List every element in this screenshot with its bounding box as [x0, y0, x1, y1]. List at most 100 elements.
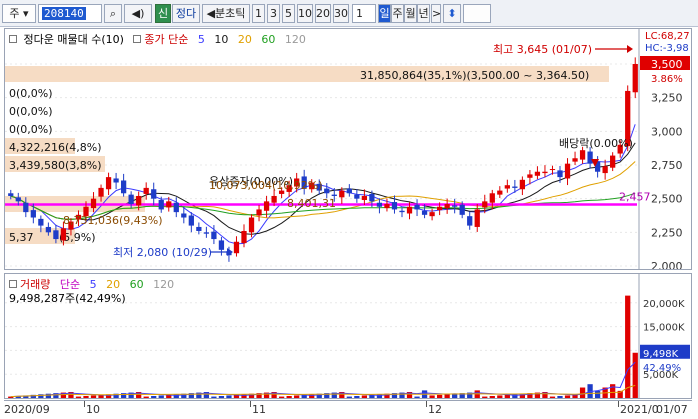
candle-body [564, 163, 571, 179]
candle-body [339, 190, 345, 198]
period-20-label: 20 [316, 7, 330, 20]
volume-chart-panel: 20,000K15,000K10,000K5,000K9,498K42.49% … [4, 273, 692, 399]
candle-body [572, 158, 578, 162]
candle-body [143, 187, 149, 194]
period-10[interactable]: 10 [297, 4, 313, 23]
candle-body [527, 174, 533, 178]
candle-body [497, 190, 503, 195]
candle-body [610, 155, 616, 168]
market-select[interactable]: 주 ▾ [2, 4, 36, 23]
volume-profile-label: 5,37 [9, 231, 34, 244]
low-annotation: 최저 2,080 (10/29) [113, 246, 212, 259]
unit-week[interactable]: 주 [391, 4, 404, 23]
candle-body [346, 188, 352, 194]
period-20[interactable]: 20 [315, 4, 331, 23]
candle-body [452, 205, 458, 207]
period-1[interactable]: 1 [252, 4, 265, 23]
volume-bar [564, 395, 571, 398]
candle-body [23, 202, 29, 213]
candle-body [105, 177, 112, 190]
price-legend: 정다운 매물대 수(10) 종가 단순 5 10 20 60 120 [9, 31, 312, 47]
high-annotation: 최고 3,645 (01/07) [493, 43, 592, 56]
unit-day-label: 일 [379, 7, 390, 20]
volume-bar [226, 395, 232, 398]
speaker-icon: ◀) [131, 7, 145, 20]
unit-day[interactable]: 일 [378, 4, 391, 23]
candle-body [38, 218, 44, 226]
price-tick-label: 2,500 [651, 193, 683, 206]
price-tick-label: 2,750 [651, 159, 683, 172]
candle-body [474, 209, 480, 227]
support-line-label: 2,457 [619, 190, 651, 203]
candle-body [421, 210, 428, 215]
volume-bar [361, 395, 368, 398]
next-button[interactable]: > [431, 4, 441, 23]
unit-month[interactable]: 월 [404, 4, 417, 23]
volume-bar [497, 395, 503, 398]
profile-overlay-mid: 8,731,036(9,43%) [63, 214, 163, 227]
candle-body [587, 151, 593, 164]
candle-body [60, 228, 67, 241]
volume-bar [557, 396, 563, 398]
candle-body [188, 215, 194, 226]
stock-code-input[interactable]: 208140 [38, 4, 102, 23]
candle-body [324, 188, 330, 194]
credit-button[interactable]: 신 [155, 4, 171, 23]
volume-bar [346, 396, 352, 398]
volume-bar [75, 396, 82, 398]
unit-year[interactable]: 년 [417, 4, 430, 23]
scroll-updown-button[interactable]: ⬍ [443, 4, 461, 23]
ma5-legend: 5 [197, 33, 205, 46]
period-nav-button[interactable]: ◀분초틱 [202, 4, 250, 23]
volume-bar [218, 396, 225, 398]
volume-bar [294, 395, 300, 398]
unit-week-label: 주 [392, 7, 403, 20]
updown-arrow-icon: ⬍ [447, 7, 457, 20]
volume-bar [594, 390, 601, 398]
candle-body [166, 201, 172, 208]
candle-body [248, 217, 255, 233]
period-30[interactable]: 30 [333, 4, 349, 23]
next-label: > [432, 7, 442, 20]
candle-body [354, 194, 360, 199]
sound-button[interactable]: ◀) [124, 4, 152, 23]
extra-input[interactable] [463, 4, 491, 23]
current-volume-label: 9,498,287주(42,49%) [9, 292, 126, 305]
volume-bar [278, 396, 285, 398]
candle-body [203, 232, 210, 234]
profile-overlay-label: 10,073,004(10,92%) [209, 179, 323, 192]
volume-bar [625, 295, 631, 398]
date-axis: 2020/09 10 11 12 2021/0 01/07 [4, 400, 692, 417]
volume-bar [549, 396, 556, 398]
volume-profile-label: 31,850,864(35,1%)(3,500.00 ~ 3,364.50) [360, 69, 589, 82]
count-spinner[interactable]: 1 ▾ [352, 4, 376, 37]
ma10-legend: 10 [214, 33, 229, 46]
current-volume-pct: 42.49% [643, 363, 681, 374]
price-tick-label: 2,250 [651, 226, 683, 239]
candle-body [173, 202, 179, 213]
vol-ma5-line [10, 361, 636, 398]
date-label-2021-01: 2021/0 [620, 403, 659, 416]
candle-body [53, 230, 59, 240]
candle-body [549, 169, 556, 171]
price-chart-canvas[interactable]: 3,500 3,250 3,000 2,750 2,500 2,250 2,000 31,85… [5, 29, 692, 270]
period-3[interactable]: 3 [267, 4, 280, 23]
legend-sq-icon [9, 35, 17, 43]
unit-year-label: 년 [418, 7, 429, 20]
period-5[interactable]: 5 [282, 4, 295, 23]
candle-body [181, 213, 187, 218]
search-button[interactable]: ⌕ [104, 4, 122, 23]
candle-body [542, 171, 548, 174]
period-5-label: 5 [285, 7, 292, 20]
candle-body [15, 197, 21, 202]
candle-body [384, 204, 390, 209]
volume-bar [579, 387, 586, 398]
candle-body [369, 193, 375, 202]
volume-legend-icon [9, 280, 17, 288]
candle-body [30, 210, 36, 218]
volume-bar [83, 396, 89, 398]
stock-name[interactable]: 정다 [172, 4, 200, 23]
price-tick-label: 3,250 [651, 92, 683, 105]
candle-body [429, 212, 435, 217]
credit-label: 신 [157, 7, 169, 20]
